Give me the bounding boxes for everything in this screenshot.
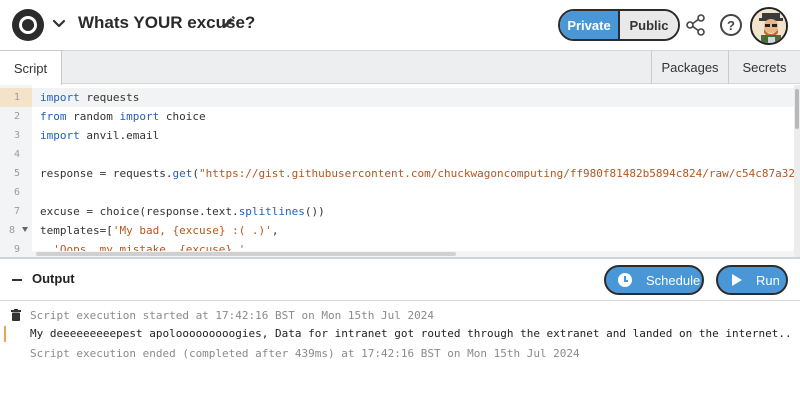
tab-script[interactable]: Script bbox=[0, 50, 62, 85]
code-token: choice bbox=[159, 110, 206, 123]
private-button[interactable]: Private bbox=[560, 11, 620, 39]
code-line-7[interactable]: 7 excuse = choice(response.text.splitlin… bbox=[0, 202, 796, 221]
code-token: "https://gist.githubusercontent.com/chuc… bbox=[198, 167, 800, 180]
line-number: 4 bbox=[13, 149, 21, 160]
code-token: requests bbox=[79, 91, 140, 104]
app-header: Whats YOUR excuse? Private Public ? bbox=[0, 0, 800, 50]
schedule-button[interactable]: Schedule bbox=[604, 265, 704, 295]
code-line-1[interactable]: 1 import requests bbox=[0, 88, 796, 107]
tab-packages[interactable]: Packages bbox=[651, 51, 728, 84]
code-token: , bbox=[271, 224, 279, 237]
line-number: 3 bbox=[13, 130, 21, 141]
code-token: import bbox=[40, 91, 80, 104]
code-token: import bbox=[119, 110, 160, 123]
avatar[interactable] bbox=[750, 7, 788, 45]
line-number: 6 bbox=[13, 187, 21, 198]
line-number: 7 bbox=[13, 206, 21, 217]
output-panel-header: Output Schedule Run bbox=[0, 257, 800, 301]
editor-horizontal-scroll-thumb[interactable] bbox=[36, 252, 456, 256]
code-token: templates=[ bbox=[40, 224, 113, 237]
line-number: 2 bbox=[13, 111, 21, 122]
line-number: 9 bbox=[13, 244, 21, 255]
log-start-message: Script execution started at 17:42:16 BST… bbox=[30, 309, 434, 322]
code-line-8[interactable]: 8 templates=['My bad, {excuse} :( .)', bbox=[0, 221, 796, 240]
code-token: ( bbox=[192, 167, 199, 180]
tab-secrets[interactable]: Secrets bbox=[728, 51, 800, 84]
code-line-6[interactable]: 6 bbox=[0, 183, 796, 202]
code-token: ()) bbox=[304, 205, 325, 218]
collapse-icon[interactable] bbox=[12, 279, 22, 281]
editor-vertical-scroll-thumb[interactable] bbox=[795, 89, 799, 129]
output-marker bbox=[4, 326, 6, 342]
log-output-message: My deeeeeeeeepest apolooooooooogies, Dat… bbox=[30, 327, 792, 340]
public-button[interactable]: Public bbox=[620, 11, 678, 39]
editor-tab-bar: Script Packages Secrets bbox=[0, 50, 800, 85]
code-line-3[interactable]: 3 import anvil.email bbox=[0, 126, 796, 145]
run-label: Run bbox=[756, 272, 780, 288]
code-token: splitlines bbox=[238, 205, 305, 218]
fold-arrow-icon[interactable] bbox=[22, 227, 28, 232]
clock-icon bbox=[618, 273, 632, 287]
pencil-icon[interactable] bbox=[220, 15, 236, 31]
code-token: 'My bad, {excuse} :( .)' bbox=[112, 224, 272, 237]
schedule-label: Schedule bbox=[646, 272, 701, 288]
output-console: Script execution started at 17:42:16 BST… bbox=[0, 301, 800, 412]
output-title: Output bbox=[32, 271, 75, 286]
share-icon[interactable] bbox=[686, 14, 706, 36]
run-button[interactable]: Run bbox=[716, 265, 788, 295]
code-line-2[interactable]: 2 from random import choice bbox=[0, 107, 796, 126]
code-token: get bbox=[172, 167, 193, 180]
code-token: random bbox=[66, 110, 120, 123]
visibility-toggle: Private Public bbox=[558, 9, 680, 41]
trash-icon[interactable] bbox=[11, 309, 21, 321]
log-end-message: Script execution ended (completed after … bbox=[30, 347, 580, 360]
line-number: 5 bbox=[13, 168, 21, 179]
code-editor[interactable]: 1 import requests 2 from random import c… bbox=[0, 85, 800, 257]
code-token: excuse = choice(response.text. bbox=[40, 205, 239, 218]
help-icon[interactable]: ? bbox=[720, 14, 742, 36]
code-token: anvil.email bbox=[79, 129, 160, 142]
code-token: response = requests. bbox=[40, 167, 173, 180]
play-icon bbox=[732, 274, 742, 286]
code-token: import bbox=[40, 129, 80, 142]
app-logo-icon[interactable] bbox=[12, 9, 44, 41]
code-line-4[interactable]: 4 bbox=[0, 145, 796, 164]
code-line-5[interactable]: 5 response = requests.get("https://gist.… bbox=[0, 164, 800, 183]
code-token: from bbox=[40, 110, 67, 123]
line-number: 1 bbox=[0, 88, 32, 107]
chevron-down-icon[interactable] bbox=[52, 17, 66, 31]
